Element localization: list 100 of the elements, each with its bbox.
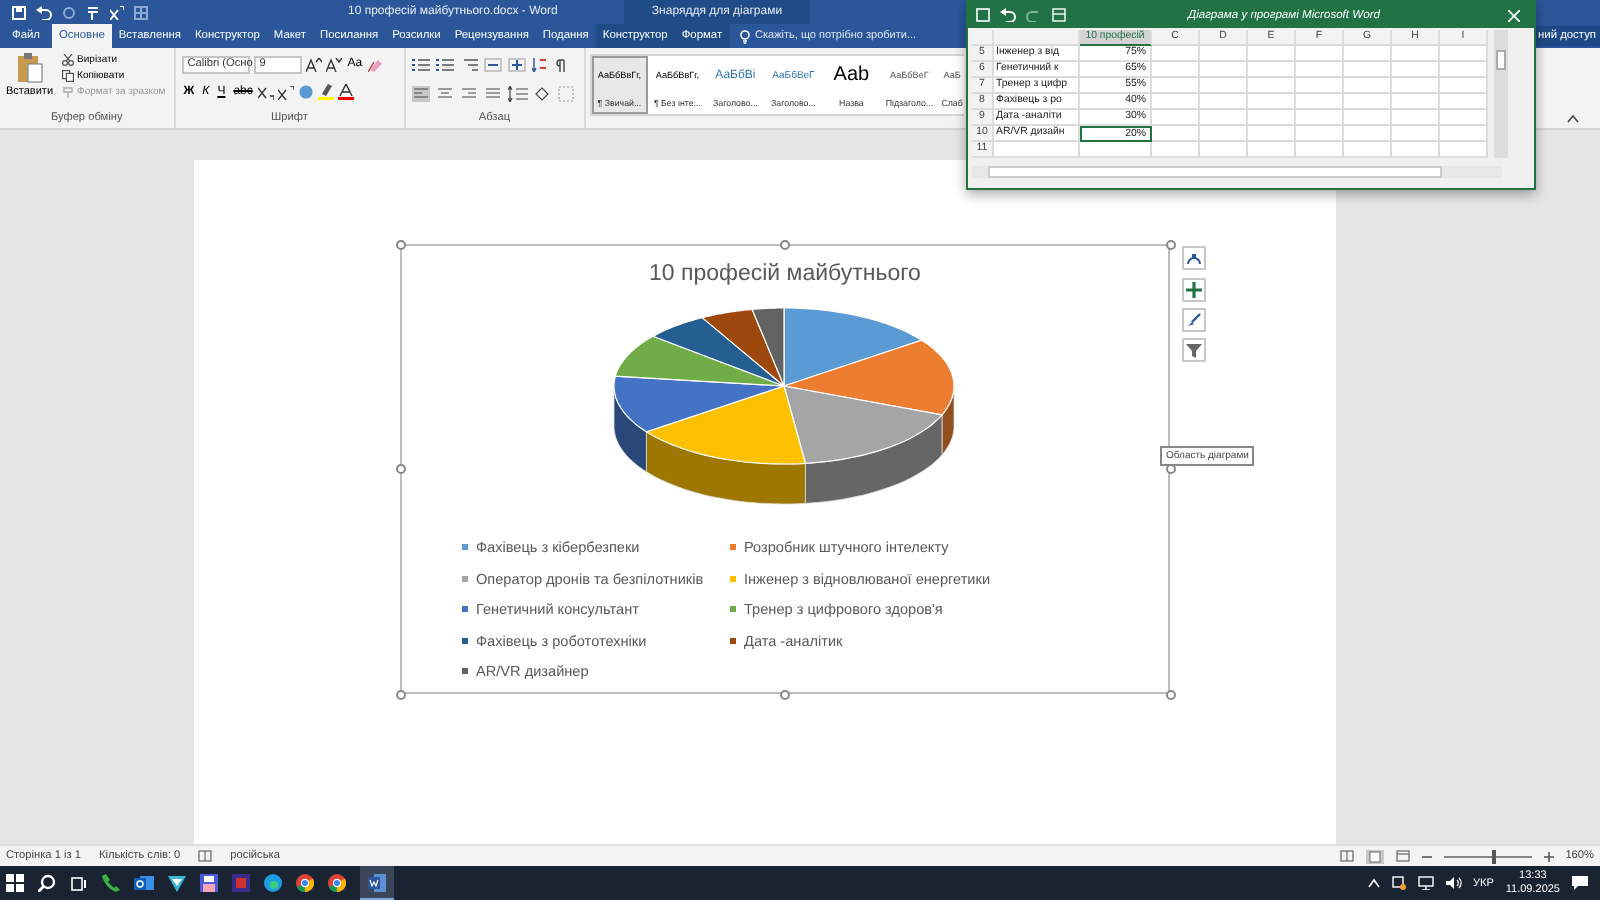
caret-icon[interactable] — [1367, 878, 1379, 888]
pie-slice[interactable] — [613, 375, 785, 473]
table-cell[interactable] — [1296, 62, 1344, 78]
table-cell[interactable] — [1248, 110, 1296, 126]
table-cell[interactable] — [1440, 110, 1488, 126]
app-icon[interactable] — [232, 874, 250, 892]
table-cell[interactable] — [1344, 62, 1392, 78]
pie-slice[interactable] — [614, 335, 785, 387]
resize-handle[interactable] — [780, 239, 790, 249]
table-cell[interactable] — [1392, 78, 1440, 94]
table-cell[interactable] — [1296, 142, 1344, 158]
table-cell[interactable] — [1152, 110, 1200, 126]
chart-area[interactable] — [400, 244, 1170, 694]
table-cell[interactable] — [1152, 62, 1200, 78]
layout-options-button[interactable] — [1182, 246, 1206, 270]
task-view-icon[interactable] — [70, 875, 88, 891]
decrease-indent-icon[interactable] — [483, 57, 502, 71]
shading-icon[interactable] — [533, 86, 552, 102]
table-cell[interactable] — [994, 142, 1080, 158]
add-chart-element-button[interactable] — [1182, 278, 1206, 302]
table-cell[interactable] — [1152, 126, 1200, 142]
table-cell[interactable] — [1440, 126, 1488, 142]
table-cell[interactable] — [1248, 62, 1296, 78]
clear-format-icon[interactable] — [368, 57, 385, 71]
table-cell[interactable] — [1296, 46, 1344, 62]
table-cell[interactable] — [1200, 46, 1248, 62]
table-cell[interactable] — [1344, 126, 1392, 142]
table-cell[interactable] — [1440, 78, 1488, 94]
lightbulb-icon[interactable] — [739, 29, 750, 43]
pie-slice[interactable] — [645, 385, 807, 505]
subscript-icon[interactable] — [258, 85, 275, 99]
table-cell[interactable] — [1152, 46, 1200, 62]
table-cell[interactable] — [1152, 94, 1200, 110]
multilevel-list-icon[interactable] — [459, 57, 478, 71]
table-cell[interactable] — [1296, 94, 1344, 110]
align-right-icon[interactable] — [459, 86, 478, 102]
chart-styles-button[interactable] — [1182, 308, 1206, 332]
table-cell[interactable] — [1296, 110, 1344, 126]
resize-handle[interactable] — [395, 689, 405, 699]
pie-slice[interactable] — [783, 385, 944, 504]
table-cell[interactable] — [1200, 62, 1248, 78]
grow-font-icon[interactable] — [305, 57, 322, 71]
read-mode-icon[interactable] — [1339, 850, 1354, 862]
edit-data-icon[interactable] — [1052, 8, 1066, 22]
table-cell[interactable] — [1392, 126, 1440, 142]
print-layout-icon[interactable] — [1365, 849, 1384, 863]
chart-filters-button[interactable] — [1182, 338, 1206, 362]
table-cell[interactable] — [1248, 126, 1296, 142]
table-cell[interactable] — [1344, 78, 1392, 94]
resize-handle[interactable] — [395, 239, 405, 249]
table-cell[interactable] — [1200, 78, 1248, 94]
table-cell[interactable] — [1440, 94, 1488, 110]
chrome-icon[interactable] — [296, 874, 314, 892]
horizontal-scrollbar[interactable] — [972, 166, 1502, 178]
table-cell[interactable] — [1392, 46, 1440, 62]
sort-icon[interactable] — [531, 57, 548, 71]
pie-slice[interactable] — [783, 339, 955, 456]
zoom-in-icon[interactable] — [1543, 851, 1554, 861]
security-icon[interactable] — [1391, 876, 1405, 890]
pie-slice[interactable] — [751, 307, 785, 387]
save-icon[interactable] — [12, 5, 26, 19]
table-cell[interactable] — [1152, 78, 1200, 94]
table-cell[interactable] — [1200, 110, 1248, 126]
numbering-icon[interactable] — [435, 57, 454, 71]
floppy-icon[interactable] — [200, 874, 218, 892]
collapse-ribbon-icon[interactable] — [1566, 114, 1580, 124]
pie-slice[interactable] — [651, 316, 785, 387]
word-icon[interactable] — [368, 873, 386, 891]
align-center-icon[interactable] — [435, 86, 454, 102]
table-cell[interactable] — [1344, 110, 1392, 126]
table-cell[interactable] — [1440, 142, 1488, 158]
table-cell[interactable] — [1344, 46, 1392, 62]
resize-handle[interactable] — [1165, 239, 1175, 249]
table-cell[interactable] — [1344, 142, 1392, 158]
table-cell[interactable] — [1440, 62, 1488, 78]
save-icon[interactable] — [976, 8, 990, 22]
table-cell[interactable] — [1296, 78, 1344, 94]
table-cell[interactable] — [1392, 94, 1440, 110]
undo-icon[interactable] — [36, 5, 52, 19]
line-spacing-icon[interactable] — [507, 86, 528, 102]
font-color-icon[interactable] — [338, 84, 355, 100]
table-cell[interactable] — [1248, 46, 1296, 62]
pilcrow-icon[interactable] — [553, 57, 566, 71]
resize-handle[interactable] — [395, 464, 405, 474]
table-cell[interactable] — [1392, 110, 1440, 126]
zoom-out-icon[interactable] — [1421, 851, 1432, 861]
superscript-icon[interactable] — [278, 85, 295, 99]
resize-handle[interactable] — [780, 689, 790, 699]
justify-icon[interactable] — [483, 86, 502, 102]
table-cell[interactable] — [1200, 142, 1248, 158]
highlight-icon[interactable] — [318, 84, 335, 100]
table-cell[interactable] — [1152, 142, 1200, 158]
notification-icon[interactable] — [1572, 876, 1588, 890]
table-cell[interactable] — [1344, 94, 1392, 110]
chrome-icon[interactable] — [328, 874, 346, 892]
table-cell[interactable] — [1248, 78, 1296, 94]
table-cell[interactable] — [1296, 126, 1344, 142]
slider-thumb[interactable] — [1491, 849, 1496, 863]
table-icon[interactable] — [134, 5, 148, 19]
windows-icon[interactable] — [6, 874, 24, 892]
